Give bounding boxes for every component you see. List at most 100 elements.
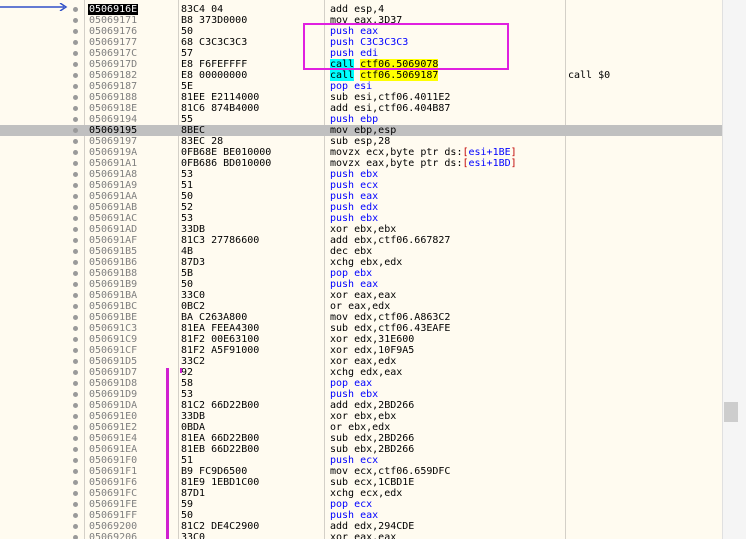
breakpoint-dot-icon[interactable] (73, 216, 78, 221)
breakpoint-dot-icon[interactable] (73, 414, 78, 419)
disasm-row[interactable]: 050691AC 53 push ebx (0, 213, 722, 224)
breakpoint-dot-icon[interactable] (73, 117, 78, 122)
breakpoint-dot-icon[interactable] (73, 337, 78, 342)
vertical-scrollbar[interactable] (722, 0, 746, 539)
disasm-row[interactable]: 050691A1 0FB686 BD010000 movzx eax,byte pt… (0, 158, 722, 169)
breakpoint-dot-icon[interactable] (73, 7, 78, 12)
breakpoint-dot-icon[interactable] (73, 447, 78, 452)
disasm-row[interactable]: 050691FE 59 pop ecx (0, 499, 722, 510)
breakpoint-dot-icon[interactable] (73, 359, 78, 364)
breakpoint-dot-icon[interactable] (73, 304, 78, 309)
disasm-row[interactable]: 050691E4 81EA 66D22B00 sub edx,2BD266 (0, 433, 722, 444)
breakpoint-dot-icon[interactable] (73, 381, 78, 386)
scrollbar-thumb[interactable] (724, 402, 738, 422)
breakpoint-dot-icon[interactable] (73, 205, 78, 210)
disasm-row[interactable]: 05069182 E8 00000000 call ctf06.5069187 cal… (0, 70, 722, 81)
disasm-row[interactable]: 050691CF 81F2 A5F91000 xor edx,10F9A5 (0, 345, 722, 356)
disasm-row[interactable]: 05069197 83EC 28 sub esp,28 (0, 136, 722, 147)
breakpoint-dot-icon[interactable] (73, 194, 78, 199)
breakpoint-dot-icon[interactable] (73, 491, 78, 496)
disasm-row[interactable]: 050691B8 5B pop ebx (0, 268, 722, 279)
disasm-row[interactable]: 050691AA 50 push eax (0, 191, 722, 202)
disasm-row[interactable]: 050691AF 81C3 27786600 add ebx,ctf06.66782… (0, 235, 722, 246)
breakpoint-dot-icon[interactable] (73, 458, 78, 463)
disasm-row[interactable]: 050691FC 87D1 xchg ecx,edx (0, 488, 722, 499)
disasm-row[interactable]: 050691BC 0BC2 or eax,edx (0, 301, 722, 312)
disasm-row[interactable]: 050691AD 33DB xor ebx,ebx (0, 224, 722, 235)
disasm-row[interactable]: 050691EA 81EB 66D22B00 sub ebx,2BD266 (0, 444, 722, 455)
breakpoint-dot-icon[interactable] (73, 29, 78, 34)
breakpoint-dot-icon[interactable] (73, 326, 78, 331)
breakpoint-dot-icon[interactable] (73, 436, 78, 441)
disasm-row[interactable]: 050691F1 B9 FC9D6500 mov ecx,ctf06.659DFC (0, 466, 722, 477)
disasm-row[interactable]: 050691FF 50 push eax (0, 510, 722, 521)
breakpoint-dot-icon[interactable] (73, 260, 78, 265)
breakpoint-dot-icon[interactable] (73, 513, 78, 518)
breakpoint-dot-icon[interactable] (73, 249, 78, 254)
disasm-row[interactable]: 050691BA 33C0 xor eax,eax (0, 290, 722, 301)
breakpoint-dot-icon[interactable] (73, 172, 78, 177)
row-bytes: 92 (181, 367, 194, 378)
breakpoint-dot-icon[interactable] (73, 18, 78, 23)
disasm-row[interactable]: 050691F6 81E9 1EBD1C00 sub ecx,1CBD1E (0, 477, 722, 488)
breakpoint-dot-icon[interactable] (73, 73, 78, 78)
breakpoint-dot-icon[interactable] (73, 348, 78, 353)
breakpoint-dot-icon[interactable] (73, 227, 78, 232)
breakpoint-dot-icon[interactable] (73, 161, 78, 166)
disasm-row[interactable]: 050691D9 53 push ebx (0, 389, 722, 400)
disasm-row[interactable]: 05069187 5E pop esi (0, 81, 722, 92)
disasm-row[interactable]: 0506916E 83C4 04 add esp,4 (0, 4, 722, 15)
row-bytes: 53 (181, 169, 194, 180)
disasm-row[interactable]: 050691A9 51 push ecx (0, 180, 722, 191)
breakpoint-dot-icon[interactable] (73, 282, 78, 287)
disasm-row[interactable]: 050691A8 53 push ebx (0, 169, 722, 180)
disasm-row[interactable]: 050691BE BA C263A800 mov edx,ctf06.A863C2 (0, 312, 722, 323)
disasm-row[interactable]: 050691D7 92 xchg edx,eax (0, 367, 722, 378)
disasm-row[interactable]: 05069188 81EE E2114000 sub esi,ctf06.4011E… (0, 92, 722, 103)
breakpoint-dot-icon[interactable] (73, 403, 78, 408)
disasm-row[interactable]: 050691B9 50 push eax (0, 279, 722, 290)
disasm-row[interactable]: 050691D5 33C2 xor eax,edx (0, 356, 722, 367)
disasm-row[interactable]: 050691E2 0BDA or ebx,edx (0, 422, 722, 433)
breakpoint-dot-icon[interactable] (73, 392, 78, 397)
breakpoint-dot-icon[interactable] (73, 238, 78, 243)
breakpoint-dot-icon[interactable] (73, 62, 78, 67)
disasm-row[interactable]: 050691C3 81EA FEEA4300 sub edx,ctf06.43EAF… (0, 323, 722, 334)
disasm-row[interactable]: 050691E0 33DB xor ebx,ebx (0, 411, 722, 422)
disasm-row[interactable]: 050691B5 4B dec ebx (0, 246, 722, 257)
breakpoint-dot-icon[interactable] (73, 95, 78, 100)
disasm-row[interactable]: 05069194 55 push ebp (0, 114, 722, 125)
breakpoint-dot-icon[interactable] (73, 315, 78, 320)
disasm-row[interactable]: 0506918E 81C6 874B4000 add esi,ctf06.404B8… (0, 103, 722, 114)
breakpoint-dot-icon[interactable] (73, 293, 78, 298)
breakpoint-dot-icon[interactable] (73, 502, 78, 507)
disasm-row[interactable]: 05069200 81C2 DE4C2900 add edx,294CDE (0, 521, 722, 532)
disasm-row[interactable]: 050691AB 52 push edx (0, 202, 722, 213)
breakpoint-dot-icon[interactable] (73, 40, 78, 45)
disasm-row[interactable]: 05069195 8BEC mov ebp,esp (0, 125, 722, 136)
breakpoint-dot-icon[interactable] (73, 51, 78, 56)
breakpoint-dot-icon[interactable] (73, 524, 78, 529)
breakpoint-dot-icon[interactable] (73, 425, 78, 430)
breakpoint-dot-icon[interactable] (73, 128, 78, 133)
disasm-row[interactable]: 050691D8 58 pop eax (0, 378, 722, 389)
row-address: 05069195 (89, 125, 138, 136)
breakpoint-dot-icon[interactable] (73, 271, 78, 276)
breakpoint-dot-icon[interactable] (73, 370, 78, 375)
breakpoint-dot-icon[interactable] (73, 535, 78, 539)
instruction-mnemonic: xchg (330, 257, 355, 268)
breakpoint-dot-icon[interactable] (73, 469, 78, 474)
disasm-row[interactable]: 050691F0 51 push ecx (0, 455, 722, 466)
breakpoint-dot-icon[interactable] (73, 84, 78, 89)
breakpoint-dot-icon[interactable] (73, 183, 78, 188)
disasm-row[interactable]: 05069206 33C0 xor eax,eax (0, 532, 722, 539)
disasm-row[interactable]: 0506919A 0FB68E BE010000 movzx ecx,byte pt… (0, 147, 722, 158)
disasm-row[interactable]: 050691C9 81F2 00E63100 xor edx,31E600 (0, 334, 722, 345)
breakpoint-dot-icon[interactable] (73, 150, 78, 155)
breakpoint-dot-icon[interactable] (73, 139, 78, 144)
disasm-row[interactable]: 050691B6 87D3 xchg ebx,edx (0, 257, 722, 268)
instruction-mnemonic: sub (330, 92, 349, 103)
disasm-row[interactable]: 050691DA 81C2 66D22B00 add edx,2BD266 (0, 400, 722, 411)
breakpoint-dot-icon[interactable] (73, 106, 78, 111)
breakpoint-dot-icon[interactable] (73, 480, 78, 485)
